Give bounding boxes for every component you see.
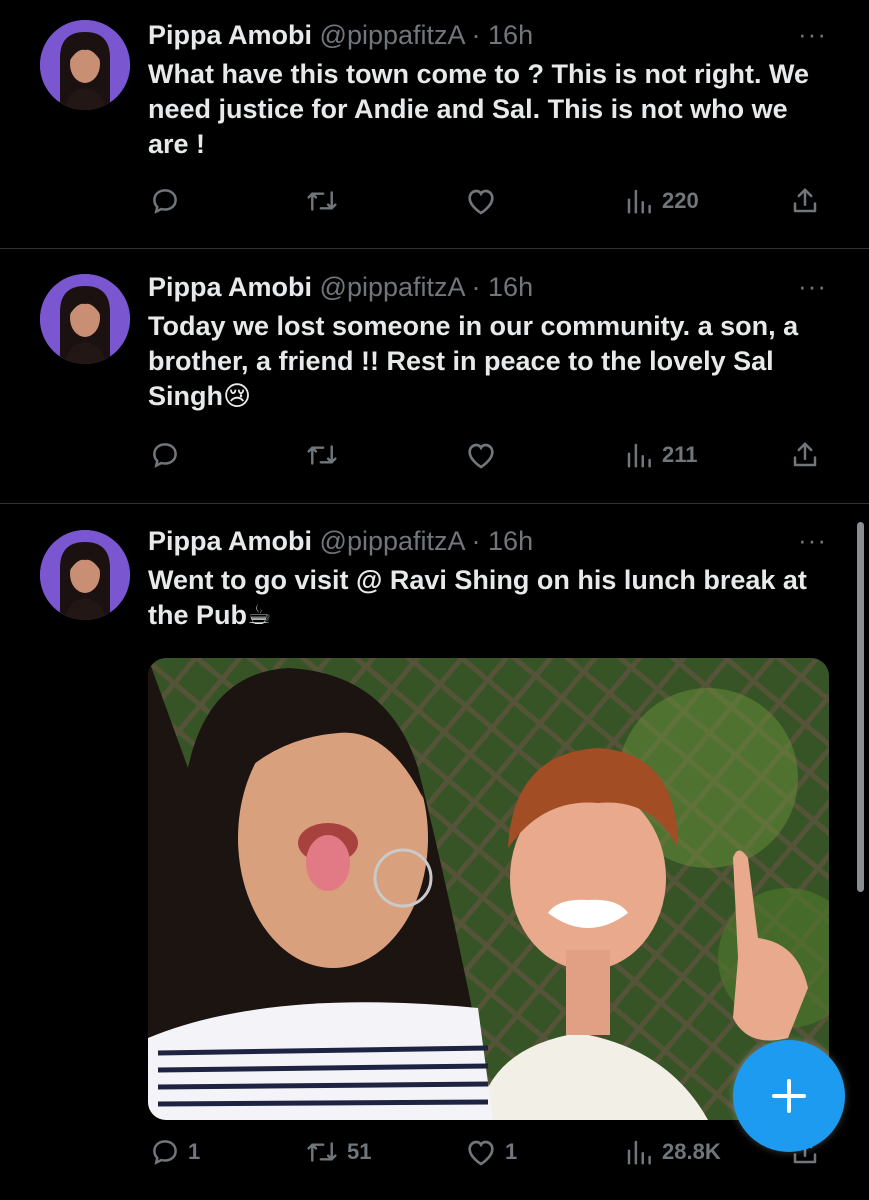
views-button[interactable]: 220 [624, 186, 699, 216]
compose-button[interactable]: + [733, 1040, 845, 1152]
avatar[interactable] [40, 530, 130, 620]
view-count: 28.8K [662, 1139, 721, 1164]
view-count: 220 [662, 188, 699, 213]
tweet-header: Pippa Amobi @pippafitzA · 16h [148, 18, 533, 52]
retweet-icon [307, 191, 337, 211]
reply-button[interactable]: 1 [150, 1137, 200, 1167]
tweet-actions: 211 [0, 440, 869, 480]
like-button[interactable] [465, 440, 505, 470]
heart-icon [468, 189, 494, 215]
retweet-icon [307, 445, 337, 465]
more-options-icon[interactable]: ··· [798, 273, 827, 299]
author-name[interactable]: Pippa Amobi [148, 272, 312, 302]
like-count: 1 [505, 1139, 518, 1164]
share-button[interactable] [790, 440, 820, 470]
tweet-1[interactable]: Pippa Amobi @pippafitzA · 16h ··· What h… [0, 0, 869, 248]
tweet-2[interactable]: Pippa Amobi @pippafitzA · 16h ··· Today … [0, 249, 869, 503]
reply-icon [153, 443, 177, 468]
author-name[interactable]: Pippa Amobi [148, 526, 312, 556]
reply-icon [153, 1140, 177, 1165]
retweet-button[interactable]: 51 [305, 1137, 371, 1167]
like-button[interactable]: 1 [465, 1137, 517, 1167]
views-button[interactable]: 211 [624, 440, 698, 470]
timestamp[interactable]: · 16h [472, 272, 534, 302]
plus-icon [772, 1079, 806, 1113]
views-button[interactable]: 28.8K [624, 1137, 721, 1167]
reply-button[interactable] [150, 440, 188, 470]
more-options-icon[interactable]: ··· [798, 21, 827, 47]
tweet-text: What have this town come to ? This is no… [148, 59, 810, 159]
retweet-icon [307, 1142, 337, 1162]
retweet-count: 51 [347, 1139, 372, 1164]
view-count: 211 [662, 442, 698, 467]
avatar[interactable] [40, 20, 130, 110]
tweet-header: Pippa Amobi @pippafitzA · 16h [148, 270, 533, 304]
scrollbar[interactable] [857, 522, 864, 892]
views-icon [627, 1140, 651, 1165]
tweet-actions: 220 [0, 186, 869, 226]
timestamp[interactable]: · 16h [472, 20, 534, 50]
tweet-text: Today we lost someone in our community. … [148, 311, 799, 411]
views-icon [627, 189, 651, 214]
timestamp[interactable]: · 16h [472, 526, 534, 556]
tweet-photo[interactable] [148, 658, 829, 1120]
author-handle[interactable]: @pippafitzA [320, 272, 465, 302]
heart-icon [468, 443, 494, 469]
author-handle[interactable]: @pippafitzA [320, 526, 465, 556]
retweet-button[interactable] [305, 186, 347, 216]
views-icon [627, 443, 651, 468]
tweet-actions: 1 51 1 28.8K [0, 1137, 869, 1177]
author-name[interactable]: Pippa Amobi [148, 20, 312, 50]
retweet-button[interactable] [305, 440, 347, 470]
share-icon [793, 188, 817, 213]
more-options-icon[interactable]: ··· [798, 527, 827, 553]
heart-icon [468, 1140, 494, 1166]
tweet-header: Pippa Amobi @pippafitzA · 16h [148, 524, 533, 558]
share-icon [793, 442, 817, 467]
reply-icon [153, 189, 177, 214]
tweet-text: Went to go visit @ Ravi Shing on his lun… [148, 565, 807, 630]
author-handle[interactable]: @pippafitzA [320, 20, 465, 50]
reply-button[interactable] [150, 186, 188, 216]
reply-count: 1 [188, 1139, 201, 1164]
like-button[interactable] [465, 186, 505, 216]
avatar[interactable] [40, 274, 130, 364]
share-button[interactable] [790, 186, 820, 216]
